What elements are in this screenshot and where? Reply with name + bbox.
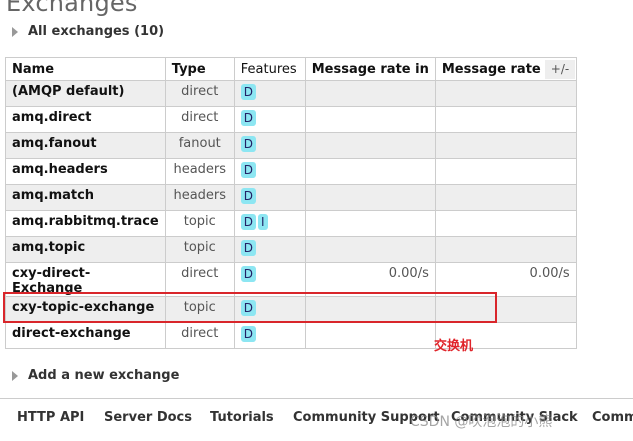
message-rate-out [434,210,577,237]
col-type[interactable]: Type [164,57,235,81]
feature-badge: D [240,162,256,178]
table-header-row: Name Type Features Message rate in Messa… [5,57,577,81]
footer-link-comm[interactable]: Comm [592,410,633,425]
all-exchanges-toggle[interactable]: All exchanges (10) [12,24,164,39]
exchange-name-link[interactable]: amq.direct [5,106,166,133]
exchange-type: direct [164,80,235,107]
table-row: amq.topic topic D [5,236,577,263]
message-rate-out [434,184,577,211]
exchange-name-link[interactable]: amq.headers [5,158,166,185]
exchange-features: D [233,80,306,107]
highlight-annotation-box [3,292,497,323]
message-rate-out [434,80,577,107]
exchange-type: headers [164,158,235,185]
caret-right-icon [12,26,18,37]
exchange-features: D [233,236,306,263]
feature-badge: I [258,214,268,230]
exchange-type: direct [164,322,235,349]
table-row: amq.rabbitmq.trace topic D I [5,210,577,237]
exchange-type: topic [164,236,235,263]
message-rate-in [304,80,436,107]
footer-link-tutorials[interactable]: Tutorials [210,410,274,425]
table-row: direct-exchange direct D [5,322,577,349]
message-rate-in [304,184,436,211]
table-row: (AMQP default) direct D [5,80,577,107]
feature-badge: D [240,326,256,342]
exchange-name-link[interactable]: amq.topic [5,236,166,263]
exchange-name-link[interactable]: amq.rabbitmq.trace [5,210,166,237]
exchange-name-link[interactable]: amq.fanout [5,132,166,159]
add-exchange-toggle[interactable]: Add a new exchange [12,368,179,383]
message-rate-in [304,106,436,133]
table-row: amq.direct direct D [5,106,577,133]
message-rate-in [304,158,436,185]
exchange-features: D [233,158,306,185]
page-title: Exchanges [6,0,138,17]
exchange-features: DI [233,210,306,237]
message-rate-in [304,236,436,263]
exchange-features: D [233,322,306,349]
message-rate-out [434,106,577,133]
annotation-label: 交换机 [434,339,474,354]
message-rate-in [304,210,436,237]
exchange-name-link[interactable]: (AMQP default) [5,80,166,107]
feature-badge: D [240,136,256,152]
caret-right-icon [12,370,18,381]
table-row: amq.fanout fanout D [5,132,577,159]
message-rate-out [434,236,577,263]
table-row: amq.match headers D [5,184,577,211]
feature-badge: D [240,84,256,100]
feature-badge: D [240,214,256,230]
col-features: Features [233,57,306,81]
col-name[interactable]: Name [5,57,166,81]
message-rate-out [434,158,577,185]
exchange-type: topic [164,210,235,237]
exchange-features: D [233,184,306,211]
message-rate-in [304,322,436,349]
exchange-features: D [233,132,306,159]
message-rate-in [304,132,436,159]
exchange-name-link[interactable]: amq.match [5,184,166,211]
exchange-type: fanout [164,132,235,159]
feature-badge: D [240,266,256,282]
exchange-name-link[interactable]: direct-exchange [5,322,166,349]
all-exchanges-label: All exchanges (10) [28,24,165,39]
feature-badge: D [240,110,256,126]
columns-toggle-button[interactable]: +/- [545,60,575,79]
feature-badge: D [240,188,256,204]
watermark: CSDN @吹泡泡的小熊 [410,414,553,430]
feature-badge: D [240,240,256,256]
table-row: amq.headers headers D [5,158,577,185]
footer-link-server-docs[interactable]: Server Docs [104,410,192,425]
exchange-type: headers [164,184,235,211]
exchange-features: D [233,106,306,133]
exchange-type: direct [164,106,235,133]
message-rate-out [434,132,577,159]
col-rate-in[interactable]: Message rate in [304,57,436,81]
add-exchange-label: Add a new exchange [28,368,180,383]
footer-link-http-api[interactable]: HTTP API [17,410,84,425]
